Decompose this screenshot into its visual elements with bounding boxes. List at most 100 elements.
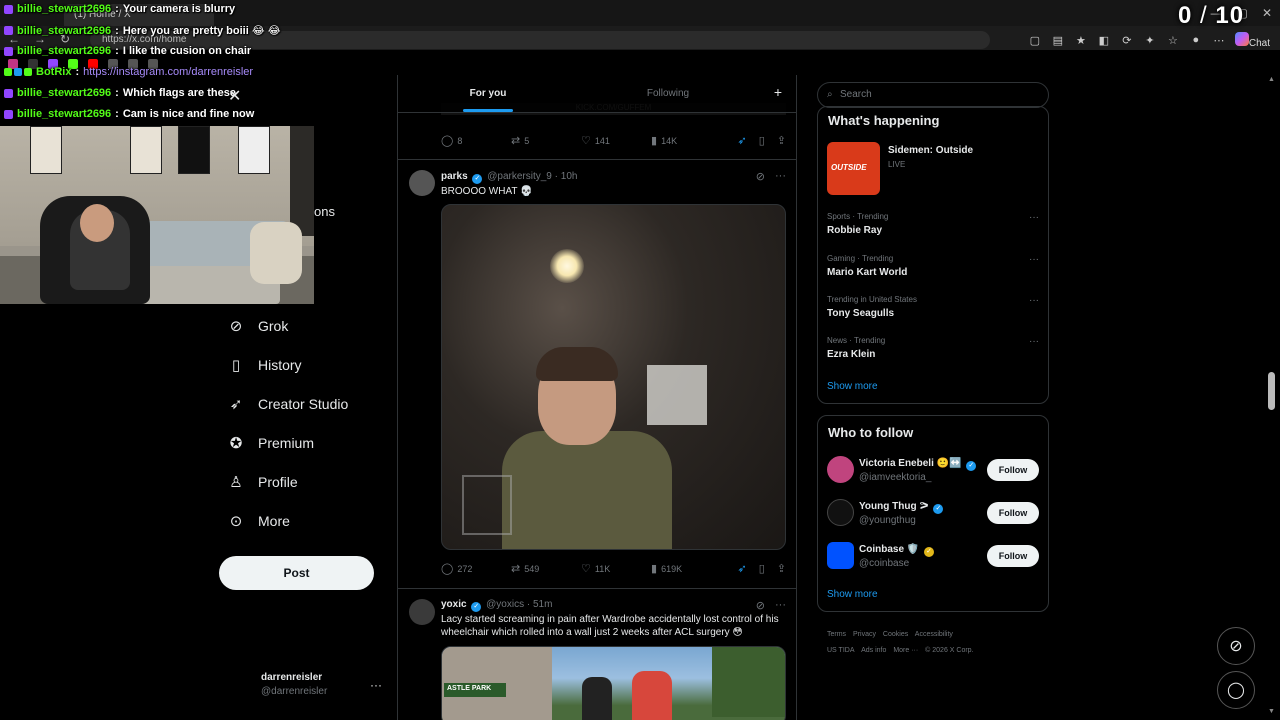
tweet-more-icon[interactable]: ··· [775, 170, 786, 183]
refresh-extension-icon[interactable]: ⟳ [1120, 34, 1134, 47]
sidebar-item-label: More [258, 513, 290, 529]
avatar[interactable] [827, 456, 854, 483]
reader-mode-icon[interactable]: ▢ [1028, 34, 1042, 47]
profile-avatar-icon[interactable]: ● [1189, 34, 1203, 46]
footer-link[interactable]: More ··· [893, 647, 918, 654]
copilot-chat-button[interactable]: Chat [1234, 31, 1270, 49]
reply-button[interactable]: ◯ 272 [441, 562, 511, 575]
views-button[interactable]: ▮ 619K [651, 562, 682, 575]
scroll-up-icon[interactable]: ▲ [1268, 76, 1275, 83]
event-title[interactable]: Sidemen: Outside [888, 145, 973, 156]
boost-icon[interactable]: ➶ [738, 562, 747, 575]
reply-icon: ◯ [441, 563, 454, 575]
trend-more-icon[interactable]: ··· [1029, 254, 1039, 265]
tab-following[interactable]: Following [578, 75, 758, 112]
grok-explain-icon[interactable]: ⊘ [756, 170, 765, 183]
trend-more-icon[interactable]: ··· [1029, 295, 1039, 306]
footer-link[interactable]: US TIDA [827, 647, 855, 654]
tweet-time[interactable]: 10h [561, 171, 578, 182]
extension-icon[interactable]: ◧ [1097, 34, 1111, 47]
reply-button[interactable]: ◯ 8 [441, 134, 511, 147]
account-more-icon[interactable]: ··· [370, 678, 382, 692]
avatar[interactable] [827, 542, 854, 569]
share-icon[interactable]: ⇪ [777, 562, 786, 575]
post-button[interactable]: Post [219, 556, 374, 590]
avatar[interactable] [409, 170, 435, 196]
tweet-author-handle[interactable]: @yoxics [486, 599, 524, 610]
sidebar-item-grok[interactable]: ⊘ Grok [228, 318, 289, 335]
sidebar-item-history[interactable]: ▯ History [228, 357, 302, 374]
trend-item[interactable]: Trending in United States Tony Seagulls … [827, 295, 1039, 319]
boost-icon[interactable]: ➶ [738, 134, 747, 147]
follow-button[interactable]: Follow [987, 502, 1039, 524]
verified-bot-icon [24, 68, 32, 76]
footer-link[interactable]: Accessibility [915, 631, 953, 638]
chat-message: billie_stewart2696: Which flags are thes… [4, 87, 236, 99]
sidebar-item-creator-studio[interactable]: ➶ Creator Studio [228, 396, 349, 413]
star-icon[interactable]: ★ [1074, 34, 1088, 47]
trends-show-more-link[interactable]: Show more [827, 381, 878, 392]
trend-item[interactable]: Sports · Trending Robbie Ray ··· [827, 212, 1039, 236]
messages-fab-button[interactable]: ◯ [1217, 671, 1255, 709]
tweet-author-name[interactable]: yoxic [441, 599, 467, 610]
tweet-text: BROOOO WHAT 💀 [441, 186, 533, 197]
video-background-object [462, 475, 512, 535]
sidebar-item-premium[interactable]: ✪ Premium [228, 435, 314, 452]
footer-link[interactable]: Terms [827, 631, 846, 638]
counter-separator: / [1200, 2, 1208, 29]
sidebar-item-more[interactable]: ⊙ More [228, 513, 290, 530]
collections-icon[interactable]: ▤ [1051, 34, 1065, 47]
tab-for-you[interactable]: For you [398, 75, 578, 112]
views-button[interactable]: ▮ 14K [651, 134, 677, 147]
repost-button[interactable]: ⇄ 5 [511, 134, 581, 147]
follow-button[interactable]: Follow [987, 545, 1039, 567]
tweet-author-name[interactable]: parks [441, 171, 468, 182]
tweet-author-handle[interactable]: @parkersity_9 [487, 171, 552, 182]
verified-icon: ✓ [966, 461, 977, 471]
footer-link[interactable]: Cookies [883, 631, 908, 638]
puzzle-icon[interactable]: ✦ [1143, 34, 1157, 47]
tweet-more-icon[interactable]: ··· [775, 599, 786, 612]
follow-suggestion[interactable]: Coinbase 🛡️ ✓ @coinbase Follow [827, 542, 1039, 572]
menu-dots-icon[interactable]: ⋯ [1212, 34, 1226, 47]
follow-show-more-link[interactable]: Show more [827, 589, 878, 600]
follow-button[interactable]: Follow [987, 459, 1039, 481]
avatar[interactable] [409, 599, 435, 625]
x-logo-icon[interactable]: ✕ [228, 86, 241, 106]
like-button[interactable]: ♡ 11K [581, 562, 651, 575]
grok-fab-button[interactable]: ⊘ [1217, 627, 1255, 665]
event-thumbnail[interactable]: OUTSIDE [827, 142, 880, 195]
tweet-video[interactable] [441, 204, 786, 550]
chat-username: billie_stewart2696 [17, 108, 112, 120]
sidebar-partial-label: ons [314, 204, 335, 219]
close-icon[interactable]: ✕ [1262, 6, 1272, 20]
chat-username: billie_stewart2696 [17, 87, 112, 99]
footer-link[interactable]: Privacy [853, 631, 876, 638]
page-scrollbar[interactable] [1268, 372, 1275, 410]
follow-suggestion[interactable]: Young Thug ᕗ ✓ @youngthug Follow [827, 499, 1039, 529]
sidebar-item-profile[interactable]: ♙ Profile [228, 474, 297, 491]
trend-item[interactable]: Gaming · Trending Mario Kart World ··· [827, 254, 1039, 278]
bookmark-icon[interactable]: ▯ [759, 134, 765, 147]
grok-explain-icon[interactable]: ⊘ [756, 599, 765, 612]
trend-item[interactable]: News · Trending Ezra Klein ··· [827, 336, 1039, 360]
account-switcher[interactable]: darrenreisler @darrenreisler [261, 672, 327, 697]
bookmark-icon[interactable]: ▯ [759, 562, 765, 575]
follow-suggestion[interactable]: Victoria Enebeli 🙂↔️ ✓ @iamveektoria_ Fo… [827, 456, 1039, 486]
tweet-image[interactable]: ASTLE PARK [441, 646, 786, 720]
repost-button[interactable]: ⇄ 549 [511, 562, 581, 575]
trend-more-icon[interactable]: ··· [1029, 212, 1039, 223]
repost-icon: ⇄ [511, 563, 521, 575]
add-tab-icon[interactable]: + [758, 75, 796, 112]
search-input[interactable]: ⌕ Search [817, 82, 1049, 108]
favorites-icon[interactable]: ☆ [1166, 34, 1180, 47]
trend-more-icon[interactable]: ··· [1029, 336, 1039, 347]
footer-link[interactable]: Ads info [861, 647, 886, 654]
share-icon[interactable]: ⇪ [777, 134, 786, 147]
like-button[interactable]: ♡ 141 [581, 134, 651, 147]
tweet[interactable]: yoxic ✓ @yoxics · 51m ⊘ ··· Lacy started… [398, 588, 796, 720]
tweet[interactable]: parks ✓ @parkersity_9 · 10h ⊘ ··· BROOOO… [398, 159, 796, 550]
scroll-down-icon[interactable]: ▼ [1268, 708, 1275, 715]
tweet-time[interactable]: 51m [533, 599, 552, 610]
avatar[interactable] [827, 499, 854, 526]
